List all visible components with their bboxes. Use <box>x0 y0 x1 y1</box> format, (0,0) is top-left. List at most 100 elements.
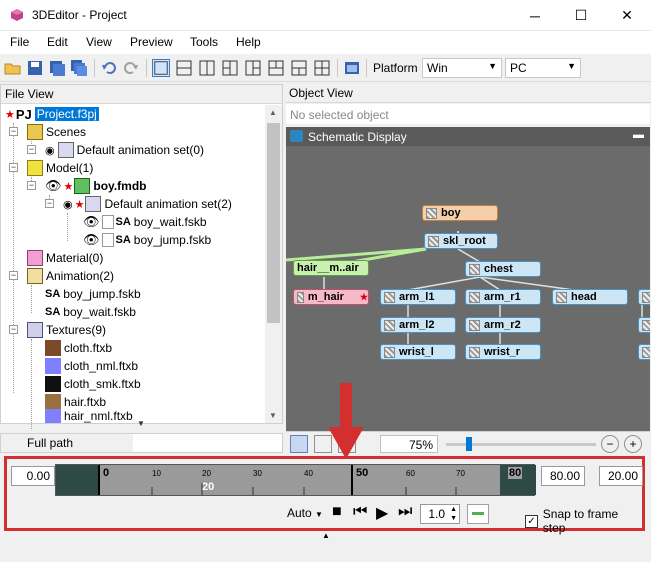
animation-folder-icon <box>27 268 43 284</box>
checkbox-checked-icon[interactable]: ✓ <box>525 514 538 528</box>
save-icon[interactable] <box>26 59 44 77</box>
platform-select[interactable]: Win ▼ <box>422 58 502 78</box>
schematic-node-partial[interactable] <box>638 289 650 305</box>
tree-item-model-file[interactable]: 👁 ★ boy.fmdb <box>45 177 147 195</box>
schematic-node-arm-r2[interactable]: arm_r2 <box>465 317 541 333</box>
bind-toggle-icon[interactable] <box>101 215 114 229</box>
timeline-start-field[interactable]: 0.00 <box>11 466 55 486</box>
view-mode-list-icon[interactable] <box>290 435 308 453</box>
annotation-arrow <box>328 383 364 459</box>
snap-to-frame-checkbox[interactable]: ✓ Snap to frame step <box>525 507 642 535</box>
skip-to-start-icon[interactable]: ⏮ <box>353 503 367 521</box>
scroll-up-icon[interactable]: ▲ <box>269 108 277 117</box>
layout-three-right-icon[interactable] <box>244 59 262 77</box>
menu-file[interactable]: File <box>10 35 29 49</box>
collapse-toggle-icon[interactable]: − <box>27 145 36 154</box>
eye-icon[interactable]: 👁 <box>45 178 62 194</box>
layout-vsplit-icon[interactable] <box>198 59 216 77</box>
tree-item-model[interactable]: Model(1) <box>27 159 93 177</box>
collapse-toggle-icon[interactable]: − <box>9 127 18 136</box>
zoom-field[interactable]: 75% <box>380 435 438 453</box>
tree-item-anim-wait[interactable]: 👁 SA boy_wait.fskb <box>83 213 207 231</box>
timeline-track[interactable]: 0 10 20 30 40 50 60 70 80 20 <box>55 464 536 496</box>
zoom-slider-thumb[interactable] <box>466 437 472 451</box>
menu-edit[interactable]: Edit <box>47 35 68 49</box>
tree-item-texture[interactable]: cloth_smk.ftxb <box>45 375 141 393</box>
zoom-out-icon[interactable]: − <box>601 435 619 453</box>
layout-quad-icon[interactable] <box>313 59 331 77</box>
loop-toggle-icon[interactable] <box>467 504 489 524</box>
tree-item-texture[interactable]: cloth.ftxb <box>45 339 112 357</box>
minimize-button[interactable]: ─ <box>512 0 558 31</box>
schematic-node-head[interactable]: head <box>552 289 628 305</box>
scrollbar-thumb[interactable] <box>267 123 280 323</box>
tree-item-scene-animation[interactable]: ◉ Default animation set(0) <box>45 141 204 159</box>
redo-icon[interactable] <box>122 59 140 77</box>
maximize-button[interactable]: ☐ <box>558 0 604 31</box>
collapse-toggle-icon[interactable]: − <box>27 181 36 190</box>
tree-item-material[interactable]: Material(0) <box>27 249 103 267</box>
schematic-node-partial[interactable] <box>638 344 650 360</box>
anim-jump-label: boy_jump.fskb <box>133 233 212 247</box>
layout-single-icon[interactable] <box>152 59 170 77</box>
menu-view[interactable]: View <box>86 35 112 49</box>
tree-item-texture[interactable]: hair_nml.ftxb <box>45 409 133 423</box>
schematic-node-m-hair[interactable]: m_hair ★ <box>293 289 369 305</box>
schematic-node-hair[interactable]: hair__m..air <box>293 260 369 276</box>
playback-mode-select[interactable]: Auto ▼ <box>287 506 323 520</box>
tree-item-animation[interactable]: Animation(2) <box>27 267 114 285</box>
zoom-slider[interactable] <box>446 437 596 451</box>
tree-item-model-animation[interactable]: ◉ ★ Default animation set(2) <box>63 195 232 213</box>
schematic-node-arm-r1[interactable]: arm_r1 <box>465 289 541 305</box>
target-select[interactable]: PC ▼ <box>505 58 581 78</box>
open-folder-icon[interactable] <box>4 59 22 77</box>
splitter-down-icon[interactable]: ▼ <box>137 419 145 428</box>
tree-item-animation-file[interactable]: SA boy_wait.fskb <box>45 303 136 321</box>
menu-tools[interactable]: Tools <box>190 35 218 49</box>
play-icon[interactable]: ▶ <box>376 503 388 523</box>
layout-three-top-icon[interactable] <box>267 59 285 77</box>
collapse-toggle-icon[interactable]: − <box>9 325 18 334</box>
tree-item-anim-jump[interactable]: 👁 SA boy_jump.fskb <box>83 231 211 249</box>
layout-hsplit-icon[interactable] <box>175 59 193 77</box>
tree-item-scenes[interactable]: Scenes <box>27 123 86 141</box>
collapse-toggle-icon[interactable]: − <box>9 271 18 280</box>
eye-icon[interactable]: 👁 <box>83 232 100 248</box>
close-button[interactable]: ✕ <box>604 0 650 31</box>
bind-toggle-icon[interactable] <box>101 233 114 247</box>
save-as-icon[interactable] <box>48 59 66 77</box>
tree-item-textures[interactable]: Textures(9) <box>27 321 106 339</box>
collapse-toggle-icon[interactable]: − <box>9 163 18 172</box>
tree-item-texture[interactable]: cloth_nml.ftxb <box>45 357 138 375</box>
spinner-icon[interactable]: ▲ ▼ <box>450 505 457 523</box>
undo-icon[interactable] <box>100 59 118 77</box>
menu-help[interactable]: Help <box>236 35 261 49</box>
schematic-node-arm-l1[interactable]: arm_l1 <box>380 289 456 305</box>
splitter-up-icon[interactable]: ▲ <box>322 531 330 540</box>
zoom-in-icon[interactable]: + <box>624 435 642 453</box>
schematic-node-boy[interactable]: boy <box>422 205 498 221</box>
panel-menu-icon[interactable]: ▬ <box>633 129 644 141</box>
schematic-node-chest[interactable]: chest <box>465 261 541 277</box>
stop-icon[interactable]: ■ <box>332 503 342 521</box>
eye-icon[interactable]: 👁 <box>83 214 100 230</box>
schematic-node-skl-root[interactable]: skl_root <box>424 233 498 249</box>
timeline-fps-field[interactable]: 20.00 <box>599 466 643 486</box>
timeline-end-field[interactable]: 80.00 <box>541 466 585 486</box>
save-all-icon[interactable] <box>70 59 88 77</box>
schematic-node-wrist-r[interactable]: wrist_r <box>465 344 541 360</box>
tree-item-animation-file[interactable]: SA boy_jump.fskb <box>45 285 141 303</box>
playback-speed-field[interactable]: 1.0 ▲ ▼ <box>420 504 460 524</box>
schematic-node-arm-l2[interactable]: arm_l2 <box>380 317 456 333</box>
skip-to-end-icon[interactable]: ⏭ <box>398 503 412 521</box>
layout-three-left-icon[interactable] <box>221 59 239 77</box>
vertical-scrollbar[interactable]: ▲ ▼ <box>265 105 282 423</box>
schematic-node-wrist-l[interactable]: wrist_l <box>380 344 456 360</box>
scroll-down-icon[interactable]: ▼ <box>269 411 277 420</box>
menu-preview[interactable]: Preview <box>130 35 173 49</box>
collapse-toggle-icon[interactable]: − <box>45 199 54 208</box>
tree-item-project[interactable]: ★ PJ Project.f3pj <box>5 105 99 123</box>
schematic-node-partial[interactable] <box>638 317 650 333</box>
layout-three-bottom-icon[interactable] <box>290 59 308 77</box>
preview-window-icon[interactable] <box>343 59 361 77</box>
